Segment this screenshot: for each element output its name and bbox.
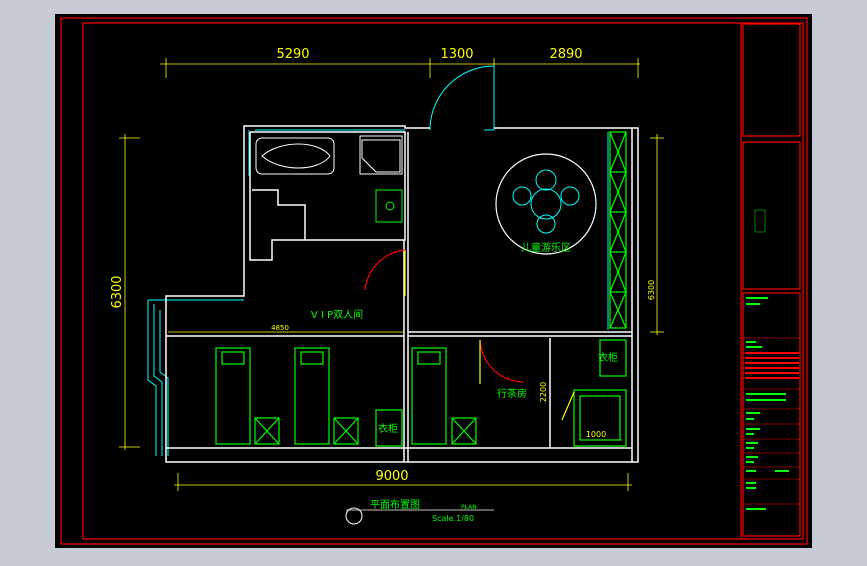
wardrobe-label-right: 衣柜 — [598, 351, 618, 364]
room-vip: V I P双人间 — [311, 308, 363, 321]
caption-plan: PLAN — [461, 504, 477, 511]
dim-inner-width: 4850 — [271, 324, 289, 332]
dim-left-height: 6300 — [110, 275, 125, 308]
wardrobe-label-left: 衣柜 — [378, 422, 398, 435]
dim-wardrobe-width: 1000 — [586, 430, 606, 439]
dim-top-2: 1300 — [440, 47, 473, 62]
dim-bottom-total: 9000 — [375, 469, 408, 484]
dim-right-height: 6300 — [647, 280, 656, 300]
dim-closet-height: 2200 — [539, 382, 548, 402]
cad-viewport[interactable]: 5290 1300 2890 9000 6300 6300 4850 2200 … — [0, 0, 867, 562]
room-tea: 行茶房 — [497, 387, 527, 400]
room-kids-play: 儿童游乐区 — [521, 241, 571, 254]
drawing-background — [55, 14, 812, 548]
caption-scale: Scale.1/80 — [432, 514, 474, 523]
dim-top-3: 2890 — [549, 47, 582, 62]
caption-title: 平面布置图 — [370, 499, 420, 511]
dim-top-1: 5290 — [276, 47, 309, 62]
floor-plan-drawing: 5290 1300 2890 9000 6300 6300 4850 2200 … — [55, 14, 812, 548]
